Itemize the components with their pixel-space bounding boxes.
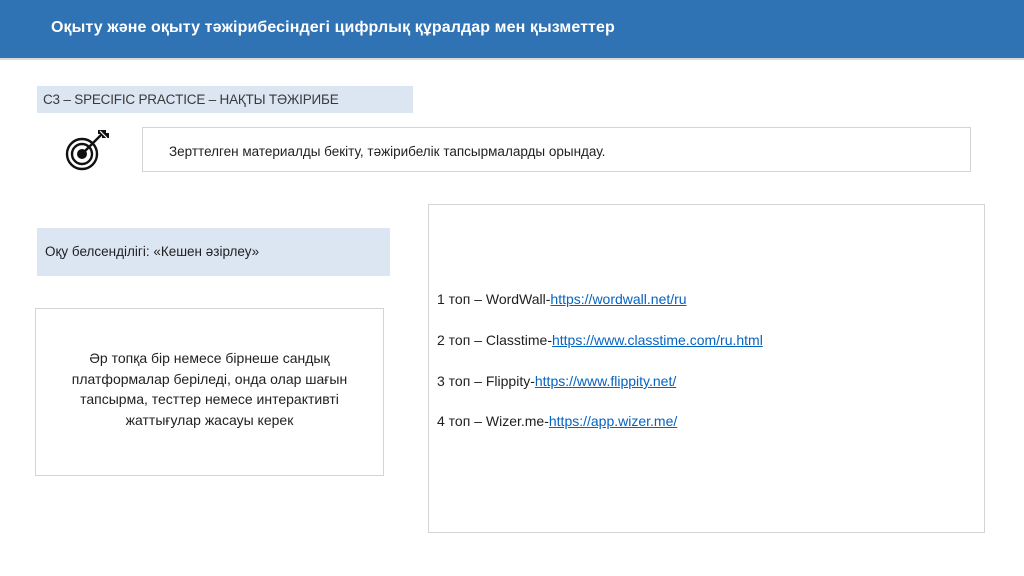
group-2-row: 2 топ – Classtime-https://www.classtime.… [437, 332, 763, 348]
slide-header: Оқыту және оқыту тәжірибесіндегі цифрлық… [0, 0, 1024, 60]
section-label: C3 – SPECIFIC PRACTICE – НАҚТЫ ТӘЖІРИБЕ [37, 86, 413, 113]
task-text: Әр топқа бір немесе бірнеше сандық платф… [71, 350, 348, 428]
group-links-box: 1 топ – WordWall-https://wordwall.net/ru… [428, 204, 985, 533]
group-4-label: 4 топ – Wizer.me- [437, 413, 549, 429]
task-box: Әр топқа бір немесе бірнеше сандық платф… [35, 308, 384, 476]
description-box: Зерттелген материалды бекіту, тәжірибелі… [142, 127, 971, 172]
group-1-row: 1 топ – WordWall-https://wordwall.net/ru [437, 291, 687, 307]
group-2-link[interactable]: https://www.classtime.com/ru.html [552, 332, 763, 348]
target-icon [65, 130, 109, 171]
group-4-row: 4 топ – Wizer.me-https://app.wizer.me/ [437, 413, 677, 429]
group-3-row: 3 топ – Flippity-https://www.flippity.ne… [437, 373, 676, 389]
group-1-link[interactable]: https://wordwall.net/ru [550, 291, 686, 307]
description-text: Зерттелген материалды бекіту, тәжірибелі… [169, 144, 606, 159]
group-3-link[interactable]: https://www.flippity.net/ [535, 373, 676, 389]
group-2-label: 2 топ – Classtime- [437, 332, 552, 348]
group-4-link[interactable]: https://app.wizer.me/ [549, 413, 677, 429]
slide-title: Оқыту және оқыту тәжірибесіндегі цифрлық… [51, 19, 615, 36]
activity-label: Оқу белсенділігі: «Кешен әзірлеу» [37, 228, 390, 276]
group-1-label: 1 топ – WordWall- [437, 291, 551, 307]
group-3-label: 3 топ – Flippity- [437, 373, 535, 389]
